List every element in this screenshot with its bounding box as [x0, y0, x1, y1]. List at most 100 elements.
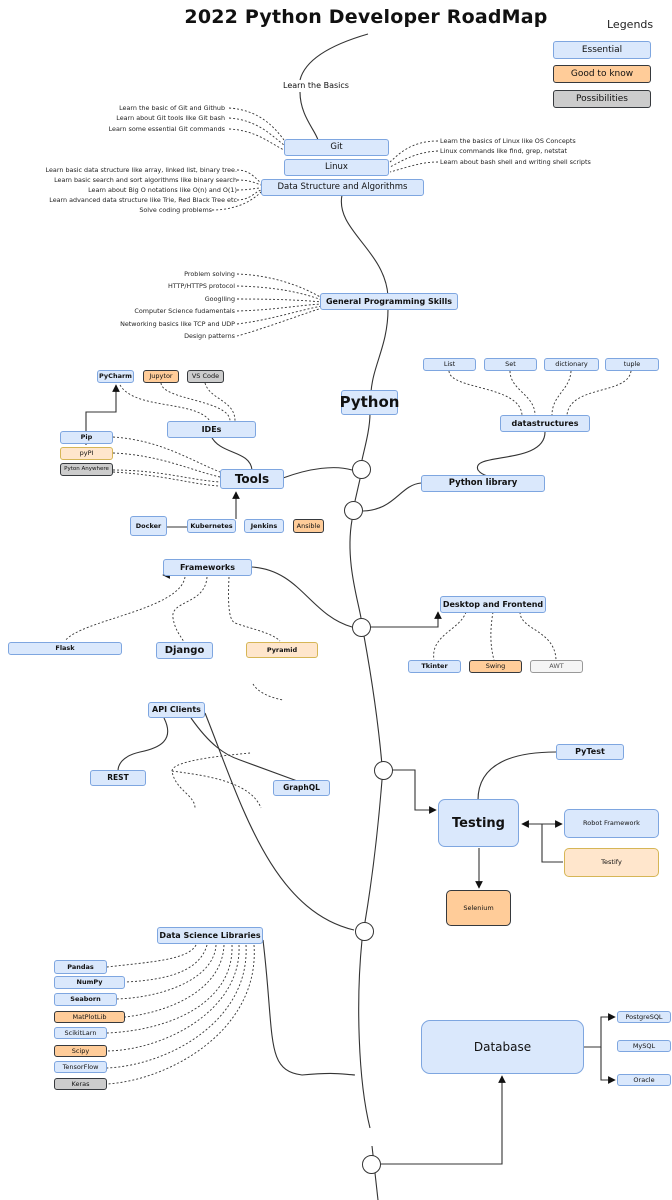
gps-note: Networking basics like TCP and UDP	[120, 320, 235, 328]
frameworks-node[interactable]: Frameworks	[163, 559, 252, 576]
spine-basics	[299, 91, 319, 141]
framework-flask[interactable]: Flask	[8, 642, 122, 655]
spine-node	[352, 618, 371, 637]
testing-node[interactable]: Testing	[438, 799, 519, 847]
api-spine	[204, 712, 355, 931]
desktop-awt[interactable]: AWT	[530, 660, 583, 673]
db-mysql[interactable]: MySQL	[617, 1040, 671, 1052]
gps-note: Computer Science fudamentals	[134, 307, 235, 315]
ds-lib-scikitlarn[interactable]: ScikitLarn	[54, 1027, 107, 1039]
gps-note: Design patterns	[184, 332, 235, 340]
tools-node[interactable]: Tools	[220, 469, 284, 489]
dsl-spine	[262, 939, 356, 1076]
api-rest	[117, 717, 169, 772]
spine-node	[355, 922, 374, 941]
pytest-link	[477, 751, 557, 801]
learn-basics-label: Learn the Basics	[283, 81, 349, 90]
page-title: 2022 Python Developer RoadMap	[184, 6, 548, 28]
database-node[interactable]: Database	[421, 1020, 584, 1074]
framework-django[interactable]: Django	[156, 642, 213, 659]
spine-gps	[370, 308, 389, 393]
datastructures-node[interactable]: datastructures	[500, 415, 590, 432]
pkg-pypi[interactable]: pyPI	[60, 447, 113, 460]
pkg-python-anywhere[interactable]: Pyton Anywhere	[60, 463, 113, 476]
spine-dsa	[340, 194, 389, 297]
testing-selenium[interactable]: Selenium	[446, 890, 511, 926]
ides-node[interactable]: IDEs	[167, 421, 256, 438]
desktop-node[interactable]: Desktop and Frontend	[440, 596, 546, 613]
linux-note: Linux commands like find, grep, netstat	[440, 147, 568, 155]
gps-note: Googlling	[204, 295, 235, 303]
git-note: Learn some essential Git commands	[108, 125, 225, 133]
python-library-node[interactable]: Python library	[421, 475, 545, 492]
ds-item-set[interactable]: Set	[484, 358, 537, 371]
desktop-tkinter[interactable]: Tkinter	[408, 660, 461, 673]
git-note: Learn about Git tools like Git bash	[116, 114, 225, 122]
db-oracle	[600, 1047, 616, 1084]
dsa-node[interactable]: Data Structure and Algorithms	[261, 179, 424, 196]
git-note: Learn the basic of Git and Github	[119, 104, 225, 112]
ide-pycharm[interactable]: PyCharm	[97, 370, 134, 383]
db-oracle[interactable]: Oracle	[617, 1074, 671, 1086]
gps-note: HTTP/HTTPS protocol	[167, 282, 235, 290]
legend-title: Legends	[607, 18, 654, 31]
spine-node	[344, 501, 363, 520]
pylib-branch	[362, 482, 422, 512]
testify-link	[541, 824, 563, 863]
general-skills-node[interactable]: General Programming Skills	[320, 293, 458, 310]
linux-note: Learn the basics of Linux like OS Concep…	[440, 137, 576, 145]
ds-lib-seaborn[interactable]: Seaborn	[54, 993, 117, 1006]
dsa-note: Solve coding problems	[139, 206, 212, 214]
framework-pyramid[interactable]: Pyramid	[246, 642, 318, 658]
pkg-pip[interactable]: Pip	[60, 431, 113, 444]
ds-lib-keras[interactable]: Keras	[54, 1078, 107, 1090]
ds-lib-matplotlib[interactable]: MatPlotLib	[54, 1011, 125, 1023]
devops-jenkins[interactable]: Jenkins	[244, 519, 284, 533]
api-clients-node[interactable]: API Clients	[148, 702, 205, 718]
dsa-note: Learn basic search and sort algorithms l…	[54, 176, 237, 184]
testing-testify[interactable]: Testify	[564, 848, 659, 877]
api-graphql	[190, 717, 301, 783]
python-node[interactable]: Python	[340, 390, 399, 415]
dsa-note: Learn about Big O notations like O(n) an…	[88, 186, 237, 194]
devops-ansible[interactable]: Ansible	[293, 519, 324, 533]
testing-robot-framework[interactable]: Robot Framework	[564, 809, 659, 838]
ds-lib-tensorflow[interactable]: TensorFlow	[54, 1061, 107, 1073]
spine-node	[374, 761, 393, 780]
ide-vscode[interactable]: VS Code	[187, 370, 224, 383]
linux-note: Learn about bash shell and writing shell…	[440, 158, 591, 166]
devops-docker[interactable]: Docker	[130, 516, 167, 536]
legend-essential: Essential	[553, 41, 651, 59]
api-graphql[interactable]: GraphQL	[273, 780, 330, 796]
spine-node	[352, 460, 371, 479]
desktop-branch	[370, 611, 442, 628]
ds-item-list[interactable]: List	[423, 358, 476, 371]
ds-to-pylib	[477, 431, 546, 478]
spine-top	[299, 33, 369, 81]
database-branch	[381, 1075, 506, 1165]
dsa-note: Learn basic data structure like array, l…	[45, 166, 237, 174]
db-postgres	[584, 1013, 616, 1048]
ds-lib-scipy[interactable]: Scipy	[54, 1045, 107, 1057]
desktop-swing[interactable]: Swing	[469, 660, 522, 673]
ds-lib-pandas[interactable]: Pandas	[54, 960, 107, 974]
devops-kubernetes[interactable]: Kubernetes	[187, 519, 236, 533]
linux-node[interactable]: Linux	[284, 159, 389, 176]
ides-to-tools	[210, 435, 253, 471]
gps-note: Problem solving	[184, 270, 235, 278]
tools-branch	[282, 467, 353, 479]
ds-item-tuple[interactable]: tuple	[605, 358, 659, 371]
ide-jupytor[interactable]: Jupytor	[143, 370, 179, 383]
db-postgresql[interactable]: PostgreSQL	[617, 1011, 671, 1023]
legend-good-to-know: Good to know	[553, 65, 651, 83]
testing-pytest[interactable]: PyTest	[556, 744, 624, 760]
git-node[interactable]: Git	[284, 139, 389, 156]
frameworks-branch	[251, 566, 353, 628]
api-rest[interactable]: REST	[90, 770, 146, 786]
legend-possibilities: Possibilities	[553, 90, 651, 108]
data-science-node[interactable]: Data Science Libraries	[157, 927, 263, 944]
testing-branch	[392, 769, 437, 814]
ds-item-dictionary[interactable]: dictionary	[544, 358, 599, 371]
dsa-note: Learn advanced data structure like Trie,…	[49, 196, 237, 204]
ds-lib-numpy[interactable]: NumPy	[54, 976, 125, 989]
